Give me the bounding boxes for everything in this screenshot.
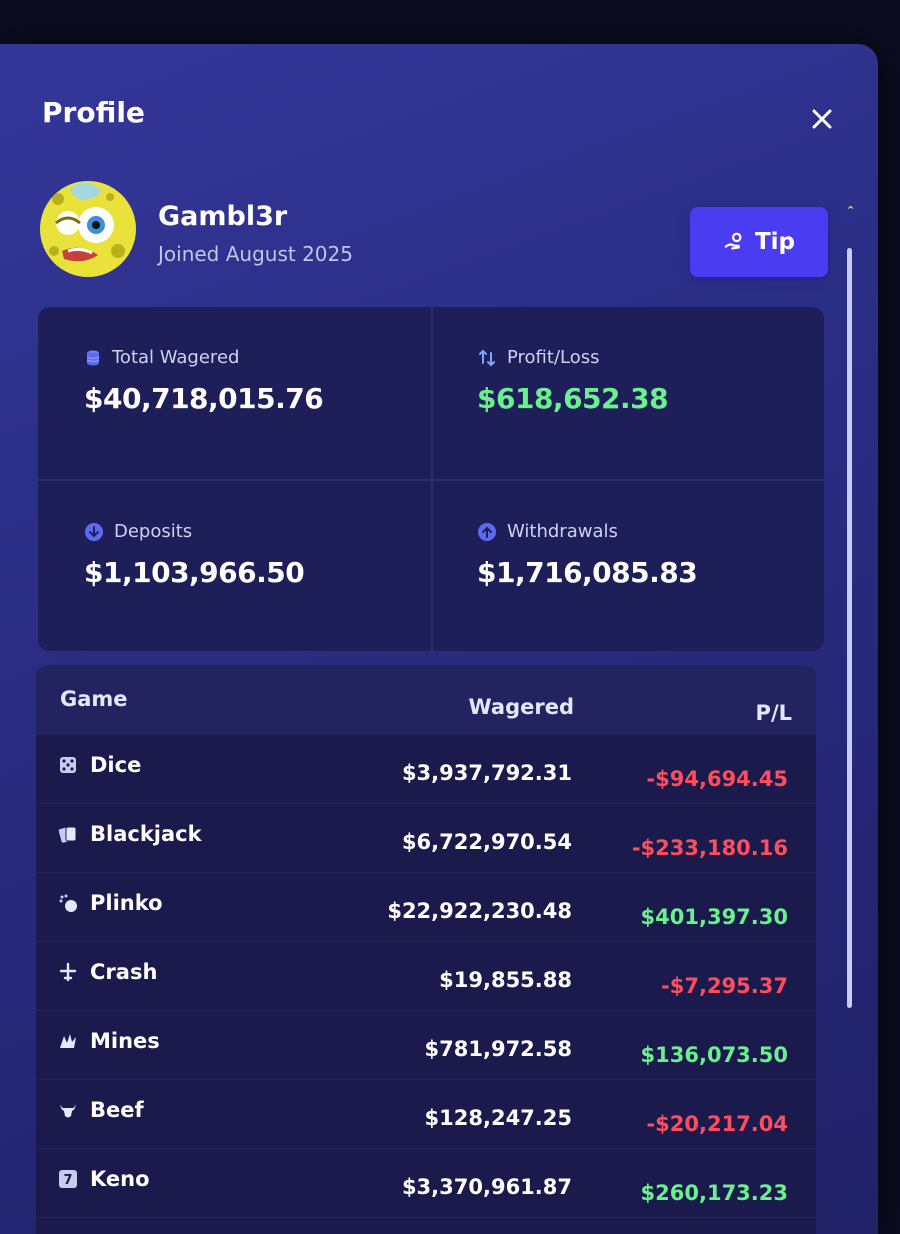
svg-text:7: 7 xyxy=(63,1173,72,1188)
keno-icon: 7 xyxy=(58,1169,78,1189)
stat-value: $1,103,966.50 xyxy=(84,556,305,589)
game-pl: -$7,295.37 xyxy=(661,974,788,998)
tip-hand-icon xyxy=(724,232,742,250)
game-pl: -$94,694.45 xyxy=(646,767,788,791)
game-wagered: $6,722,970.54 xyxy=(401,830,572,854)
dice-icon xyxy=(58,755,78,775)
close-icon xyxy=(812,109,832,129)
scroll-up-icon[interactable]: ⌃ xyxy=(846,205,855,218)
header-wagered[interactable]: Wagered xyxy=(469,695,575,719)
games-table-header: Game Wagered P/L xyxy=(36,665,816,735)
stat-profit-loss: Profit/Loss $618,652.38 xyxy=(431,307,824,479)
games-table: Game Wagered P/L Dice $3,937,792.31 -$94… xyxy=(36,665,816,1234)
table-row[interactable]: Blackjack $6,722,970.54 -$233,180.16 xyxy=(36,804,816,873)
table-row[interactable]: Crash $19,855.88 -$7,295.37 xyxy=(36,942,816,1011)
game-name: Beef xyxy=(90,1098,144,1122)
username: Gambl3r xyxy=(158,201,288,232)
mine-icon xyxy=(58,1031,78,1051)
arrow-down-circle-icon xyxy=(85,522,103,541)
game-name: Mines xyxy=(90,1029,160,1053)
header-pl[interactable]: P/L xyxy=(756,701,792,725)
table-row[interactable]: Dice $3,937,792.31 -$94,694.45 xyxy=(36,735,816,804)
stat-withdrawals: Withdrawals $1,716,085.83 xyxy=(431,479,824,651)
close-button[interactable] xyxy=(805,102,839,136)
spongebob-avatar-icon xyxy=(40,181,136,277)
game-pl: $260,173.23 xyxy=(640,1181,788,1205)
stat-label: Total Wagered xyxy=(112,347,240,368)
tip-button[interactable]: Tip xyxy=(690,207,828,277)
game-pl: $401,397.30 xyxy=(640,905,788,929)
scrollbar[interactable]: ⌃ xyxy=(846,205,855,1008)
stats-panel: Total Wagered $40,718,015.76 Profit/Loss… xyxy=(38,307,824,651)
game-name: Keno xyxy=(90,1167,150,1191)
plinko-icon xyxy=(58,893,78,913)
scroll-thumb[interactable] xyxy=(847,248,852,1008)
plane-icon xyxy=(58,962,78,982)
header-game: Game xyxy=(60,687,128,711)
game-wagered: $22,922,230.48 xyxy=(387,899,572,923)
table-row[interactable]: 7 Keno $3,370,961.87 $260,173.23 xyxy=(36,1149,816,1218)
game-pl: -$233,180.16 xyxy=(631,836,788,860)
table-row[interactable]: Plinko $22,922,230.48 $401,397.30 xyxy=(36,873,816,942)
tip-button-label: Tip xyxy=(754,229,796,255)
game-pl: -$20,217.04 xyxy=(646,1112,788,1136)
stat-deposits: Deposits $1,103,966.50 xyxy=(38,479,431,651)
game-name: Blackjack xyxy=(90,822,202,846)
stat-label: Deposits xyxy=(114,521,193,542)
game-name: Plinko xyxy=(90,891,163,915)
coin-stack-icon xyxy=(86,350,100,365)
stat-value: $40,718,015.76 xyxy=(84,382,324,415)
stat-total-wagered: Total Wagered $40,718,015.76 xyxy=(38,307,431,479)
modal-title: Profile xyxy=(42,96,145,129)
game-wagered: $3,937,792.31 xyxy=(401,761,572,785)
stat-label: Profit/Loss xyxy=(507,347,600,368)
stat-value: $618,652.38 xyxy=(477,382,669,415)
arrows-exchange-icon xyxy=(479,349,495,366)
game-pl: $136,073.50 xyxy=(640,1043,788,1067)
table-row[interactable]: Beef $128,247.25 -$20,217.04 xyxy=(36,1080,816,1149)
stat-label: Withdrawals xyxy=(507,521,618,542)
avatar[interactable] xyxy=(40,181,136,277)
table-row[interactable]: Mines $781,972.58 $136,073.50 xyxy=(36,1011,816,1080)
game-wagered: $19,855.88 xyxy=(439,968,572,992)
arrow-up-circle-icon xyxy=(478,522,496,541)
profile-modal: Profile ⌃ Gambl3r Joined August 2025 Tip… xyxy=(0,44,878,1234)
joined-date: Joined August 2025 xyxy=(158,242,353,266)
stat-value: $1,716,085.83 xyxy=(477,556,698,589)
game-name: Dice xyxy=(90,753,142,777)
game-name: Crash xyxy=(90,960,158,984)
cards-icon xyxy=(58,824,78,844)
game-wagered: $3,370,961.87 xyxy=(401,1175,572,1199)
bull-icon xyxy=(58,1100,78,1120)
game-wagered: $128,247.25 xyxy=(424,1106,572,1130)
game-wagered: $781,972.58 xyxy=(424,1037,572,1061)
